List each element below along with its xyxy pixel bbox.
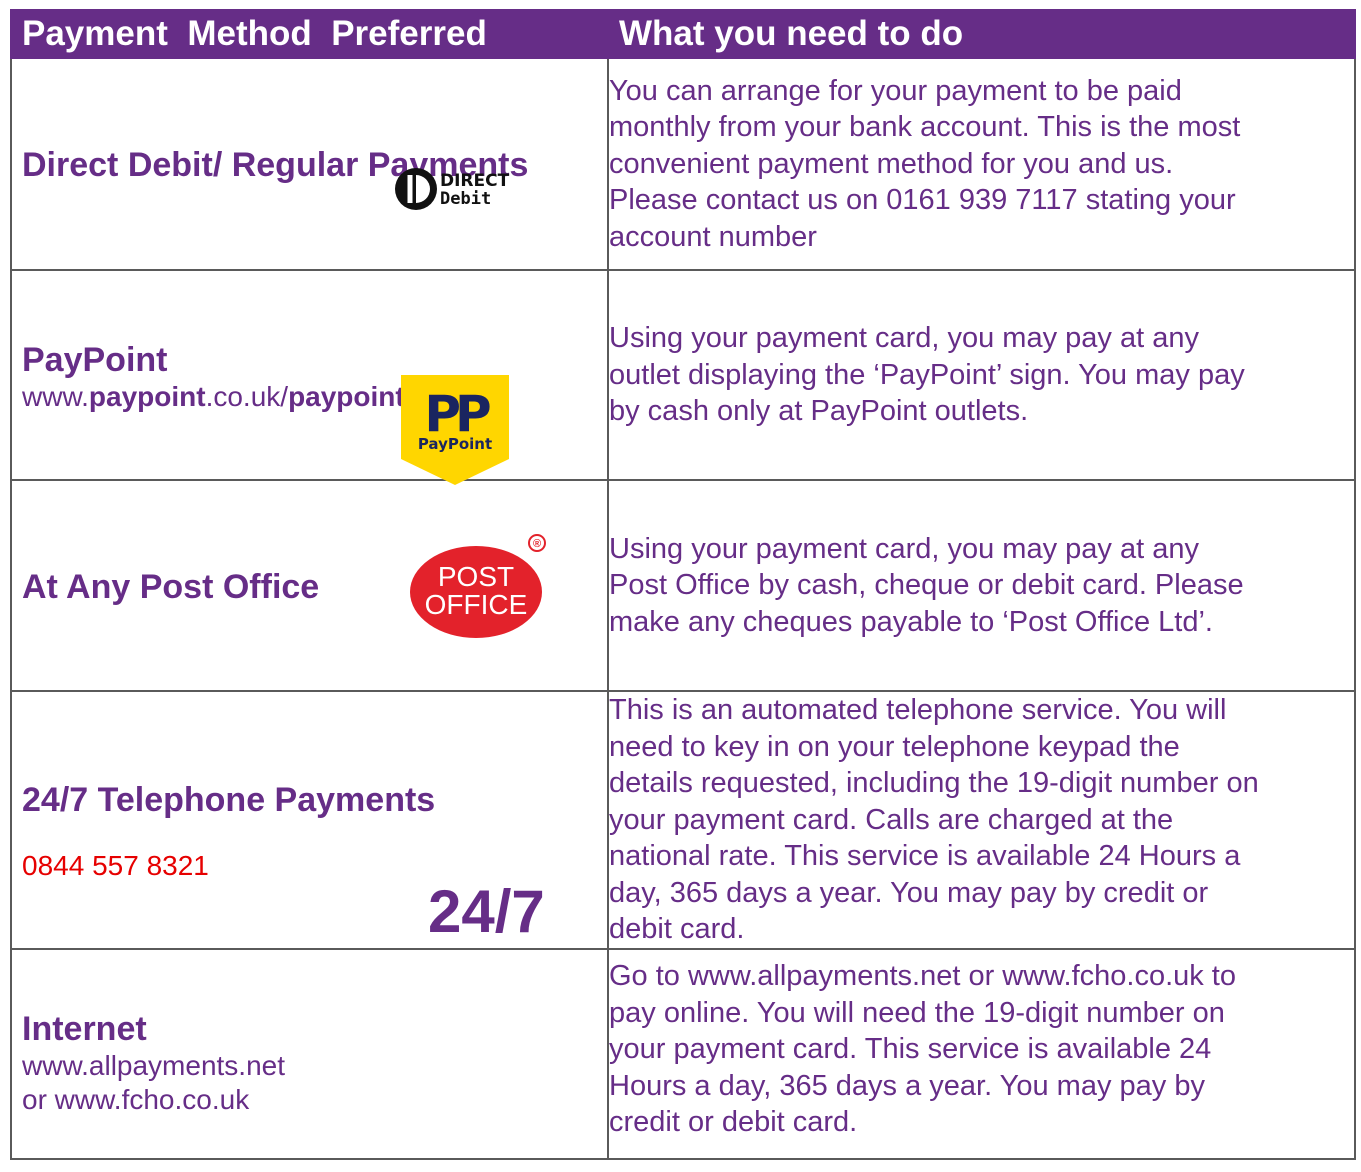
direct-debit-logo-text: DIRECT (440, 171, 510, 191)
registered-mark-icon: ® (533, 538, 541, 550)
desc-line: national rate. This service is available… (609, 840, 1241, 873)
internet-link-allpayments: www.allpayments.net (22, 1050, 286, 1081)
method-title-paypoint: PayPoint (22, 341, 168, 379)
desc-line: debit card. (609, 913, 745, 946)
desc-line: pay online. You will need the 19-digit n… (609, 996, 1225, 1029)
method-cell-internet: Internet www.allpayments.net or www.fcho… (10, 948, 609, 1160)
desc-line: Please contact us on 0161 939 7117 stati… (609, 184, 1236, 217)
twenty-four-seven-graphic: 24/7 (428, 878, 545, 945)
desc-cell-direct-debit: You can arrange for your payment to be p… (607, 57, 1356, 271)
direct-debit-logo: DIRECT Debit (395, 168, 510, 210)
payment-methods-table: Payment Method Preferred What you need t… (10, 9, 1356, 1160)
payment-methods-page: Payment Method Preferred What you need t… (0, 0, 1361, 1172)
desc-line: Using your payment card, you may pay at … (609, 532, 1199, 565)
header-what-to-do: What you need to do (607, 9, 1356, 59)
desc-line: Hours a day, 365 days a year. You may pa… (609, 1069, 1205, 1102)
desc-line: Post Office by cash, cheque or debit car… (609, 569, 1244, 602)
url-part: www. (22, 381, 89, 412)
desc-line: outlet displaying the ‘PayPoint’ sign. Y… (609, 358, 1245, 391)
desc-line: make any cheques payable to ‘Post Office… (609, 605, 1213, 638)
desc-line: your payment card. This service is avail… (609, 1033, 1212, 1065)
desc-line: your payment card. Calls are charged at … (609, 803, 1174, 836)
desc-line: credit or debit card. (609, 1106, 858, 1138)
table-row-internet: Internet www.allpayments.net or www.fcho… (10, 948, 1356, 1160)
desc-cell-internet: Go to www.allpayments.net or www.fcho.co… (607, 948, 1356, 1160)
header-what-to-do-label: What you need to do (619, 14, 964, 53)
table-row-direct-debit: Direct Debit/ Regular Payments You can a… (10, 57, 1356, 271)
header-payment-method: Payment Method Preferred (10, 9, 609, 59)
paypoint-locator-url: www.paypoint.co.uk/paypointlocator (22, 380, 607, 414)
desc-line: Go to www.allpayments.net or www.fcho.co… (609, 960, 1236, 992)
desc-line: Using your payment card, you may pay at … (609, 322, 1199, 355)
desc-line: account number (609, 220, 817, 253)
desc-line: This is an automated telephone service. … (609, 694, 1227, 727)
desc-line: need to key in on your telephone keypad … (609, 730, 1180, 763)
direct-debit-logo-text: Debit (440, 189, 491, 209)
desc-cell-telephone: This is an automated telephone service. … (607, 690, 1356, 950)
post-office-logo: POST OFFICE ® (410, 534, 546, 638)
post-office-logo-text: POST (438, 561, 514, 592)
table-row-post-office: At Any Post Office Using your payment ca… (10, 479, 1356, 692)
desc-line: monthly from your bank account. This is … (609, 111, 1241, 144)
internet-link-fcho: or www.fcho.co.uk (22, 1084, 250, 1115)
method-title-internet: Internet (22, 1010, 147, 1048)
header-payment-method-label: Payment Method Preferred (22, 14, 487, 53)
paypoint-logo-text: PayPoint (418, 435, 492, 453)
desc-cell-paypoint: Using your payment card, you may pay at … (607, 269, 1356, 481)
paypoint-logo: PP PayPoint (401, 375, 509, 485)
table-row-telephone: 24/7 Telephone Payments 0844 557 8321 Th… (10, 690, 1356, 950)
desc-line: details requested, including the 19-digi… (609, 767, 1259, 800)
desc-cell-post-office: Using your payment card, you may pay at … (607, 479, 1356, 692)
desc-line: convenient payment method for you and us… (609, 147, 1174, 180)
desc-line: You can arrange for your payment to be p… (609, 74, 1182, 107)
url-part: paypoint (288, 381, 405, 412)
desc-line: day, 365 days a year. You may pay by cre… (609, 876, 1209, 909)
method-cell-direct-debit: Direct Debit/ Regular Payments (10, 57, 609, 271)
url-part: .co.uk/ (205, 381, 289, 412)
method-cell-paypoint: PayPoint www.paypoint.co.uk/paypointloca… (10, 269, 609, 481)
post-office-logo-text: OFFICE (425, 589, 528, 620)
desc-line: by cash only at PayPoint outlets. (609, 395, 1029, 428)
method-title-telephone: 24/7 Telephone Payments (22, 781, 436, 819)
table-row-paypoint: PayPoint www.paypoint.co.uk/paypointloca… (10, 269, 1356, 481)
table-header-row: Payment Method Preferred What you need t… (10, 9, 1356, 59)
url-part: paypoint (88, 381, 206, 412)
